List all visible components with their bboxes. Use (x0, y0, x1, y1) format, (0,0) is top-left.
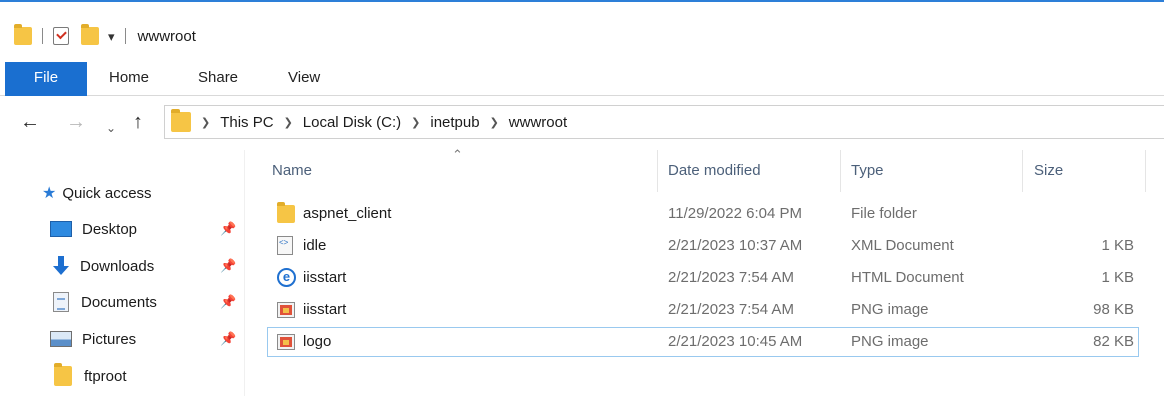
breadcrumb-wwwroot[interactable]: wwwroot (509, 114, 567, 131)
tab-home[interactable]: Home (109, 62, 149, 96)
xml-file-icon (277, 236, 293, 255)
column-divider[interactable] (840, 150, 841, 192)
file-name: iisstart (303, 269, 347, 286)
folder-icon (171, 109, 191, 132)
pin-icon[interactable]: 📌 (220, 221, 236, 237)
tab-share[interactable]: Share (198, 62, 238, 96)
file-name: iisstart (303, 301, 347, 318)
recent-locations-chevron-icon[interactable]: ⌄ (106, 116, 116, 140)
column-header-size[interactable]: Size (1034, 150, 1063, 192)
pictures-icon (50, 331, 72, 347)
file-type: PNG image (851, 333, 929, 350)
column-header-date-modified[interactable]: Date modified (668, 150, 761, 192)
column-header-type[interactable]: Type (851, 150, 884, 192)
downloads-icon (52, 256, 70, 276)
breadcrumb-chevron-icon[interactable]: ❯ (411, 116, 420, 129)
toolbar-separator (42, 28, 43, 44)
folder-icon (277, 202, 295, 223)
sidebar-item-label: Pictures (82, 330, 137, 348)
png-file-icon (277, 334, 295, 350)
file-date-modified: 2/21/2023 10:45 AM (668, 333, 803, 350)
customize-toolbar-dropdown-icon[interactable]: ▾ (108, 30, 115, 43)
sidebar-item-quick-access[interactable]: ★ Quick access (0, 178, 245, 208)
breadcrumb-local-disk[interactable]: Local Disk (C:) (303, 114, 401, 131)
toolbar-separator (124, 28, 126, 44)
navigation-bar: ← → ⌄ ↑ ❯ This PC ❯ Local Disk (C:) ❯ in… (0, 104, 1164, 142)
column-header-name[interactable]: Name (272, 150, 312, 192)
breadcrumb-chevron-icon[interactable]: ❯ (490, 116, 499, 129)
sort-ascending-icon: ⌃ (452, 147, 463, 162)
sidebar-item-label: Documents (81, 293, 157, 311)
column-header-row: ⌃ Name Date modified Type Size (262, 147, 1146, 192)
sidebar-item-label: Downloads (80, 257, 155, 275)
column-divider[interactable] (657, 150, 658, 192)
file-row[interactable]: aspnet_client 11/29/2022 6:04 PM File fo… (267, 199, 1139, 229)
properties-icon[interactable] (53, 27, 69, 45)
file-date-modified: 2/21/2023 7:54 AM (668, 301, 794, 318)
sidebar-item-pictures[interactable]: Pictures 📌 (0, 324, 245, 354)
tab-file[interactable]: File (5, 62, 87, 96)
file-size: 98 KB (1093, 301, 1134, 318)
sidebar-item-label: Desktop (82, 220, 138, 238)
pin-icon[interactable]: 📌 (220, 258, 236, 274)
file-row[interactable]: e iisstart 2/21/2023 7:54 AM HTML Docume… (267, 263, 1139, 293)
star-icon: ★ (42, 185, 57, 202)
file-type: PNG image (851, 301, 929, 318)
sidebar-item-ftproot[interactable]: ftproot (0, 361, 245, 391)
column-divider[interactable] (1145, 150, 1146, 192)
png-file-icon (277, 302, 295, 318)
file-date-modified: 2/21/2023 10:37 AM (668, 237, 803, 254)
forward-arrow-icon[interactable]: → (66, 110, 86, 134)
sidebar-item-desktop[interactable]: Desktop 📌 (0, 214, 245, 244)
html-file-icon: e (277, 268, 296, 287)
navigation-pane: ★ Quick access Desktop 📌 Downloads 📌 Doc… (0, 170, 245, 396)
sidebar-item-downloads[interactable]: Downloads 📌 (0, 251, 245, 281)
file-type: File folder (851, 205, 917, 222)
pin-icon[interactable]: 📌 (220, 294, 236, 310)
folder-icon (54, 363, 72, 386)
breadcrumb-chevron-icon[interactable]: ❯ (201, 116, 210, 129)
window-title: wwwroot (137, 27, 196, 45)
new-folder-icon[interactable] (81, 24, 99, 45)
column-divider[interactable] (1022, 150, 1023, 192)
tab-view[interactable]: View (288, 62, 320, 96)
pane-divider[interactable] (244, 150, 245, 396)
up-arrow-icon[interactable]: ↑ (133, 110, 143, 134)
sidebar-item-label: Quick access (62, 184, 152, 202)
folder-icon (14, 24, 32, 45)
breadcrumb-inetpub[interactable]: inetpub (430, 114, 479, 131)
file-type: XML Document (851, 237, 954, 254)
documents-icon (53, 292, 69, 312)
file-row-selected[interactable]: logo 2/21/2023 10:45 AM PNG image 82 KB (267, 327, 1139, 357)
file-size: 82 KB (1093, 333, 1134, 350)
quick-access-toolbar: ▾ wwwroot (14, 24, 196, 47)
file-size: 1 KB (1101, 269, 1134, 286)
file-name: aspnet_client (303, 205, 392, 222)
address-bar[interactable]: ❯ This PC ❯ Local Disk (C:) ❯ inetpub ❯ … (164, 105, 1164, 139)
file-date-modified: 11/29/2022 6:04 PM (668, 205, 802, 222)
desktop-icon (50, 221, 72, 237)
ribbon-tabs: File Home Share View (0, 62, 1164, 96)
file-date-modified: 2/21/2023 7:54 AM (668, 269, 794, 286)
title-bar: ▾ wwwroot (0, 2, 1164, 58)
file-size: 1 KB (1101, 237, 1134, 254)
breadcrumb-this-pc[interactable]: This PC (220, 114, 273, 131)
back-arrow-icon[interactable]: ← (20, 110, 40, 134)
sidebar-item-documents[interactable]: Documents 📌 (0, 287, 245, 317)
file-type: HTML Document (851, 269, 964, 286)
file-name: logo (303, 333, 332, 350)
file-name: idle (303, 237, 327, 254)
breadcrumb-chevron-icon[interactable]: ❯ (284, 116, 293, 129)
file-row[interactable]: idle 2/21/2023 10:37 AM XML Document 1 K… (267, 231, 1139, 261)
pin-icon[interactable]: 📌 (220, 331, 236, 347)
file-row[interactable]: iisstart 2/21/2023 7:54 AM PNG image 98 … (267, 295, 1139, 325)
sidebar-item-label: ftproot (84, 367, 127, 385)
